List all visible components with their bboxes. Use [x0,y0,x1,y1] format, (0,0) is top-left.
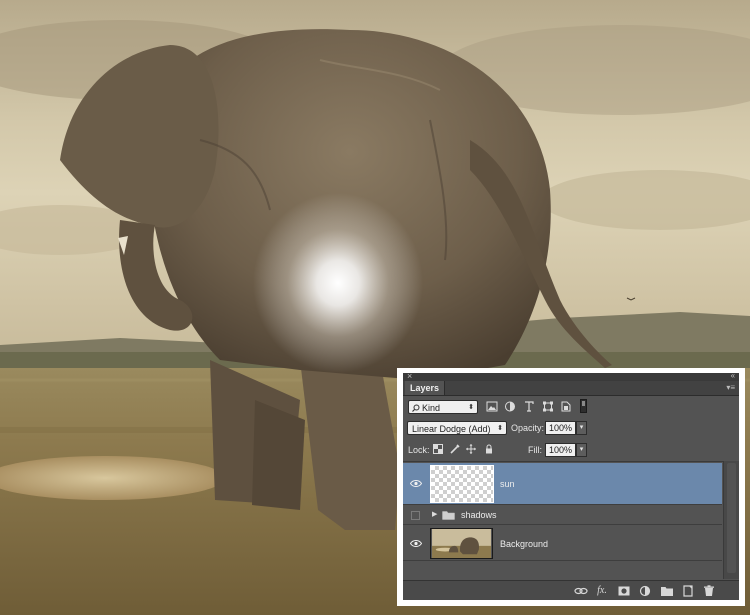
opacity-label: Opacity: [511,423,545,433]
layer-name: shadows [461,510,497,520]
layer-thumbnail-transparent [430,465,494,503]
disclosure-triangle-icon[interactable]: ▶ [432,510,437,520]
lock-image-pixels-icon[interactable] [450,444,460,454]
filter-toggle-switch[interactable] [580,399,587,413]
type-filter-icon[interactable] [523,401,535,412]
filter-row: Kind ⬍ [403,399,739,415]
layer-name: sun [500,479,515,489]
layers-panel: × ‹‹ Layers ▾≡ Kind ⬍ Linear Dodge (Add)… [403,373,739,600]
panel-menu-button[interactable]: ▾≡ [726,383,735,393]
shape-filter-icon[interactable] [542,401,554,412]
layers-bottom-toolbar: fx. [403,580,739,600]
layer-row-sun[interactable]: sun [403,463,722,505]
link-layers-icon[interactable] [574,585,588,597]
add-style-button[interactable]: fx. [595,585,609,597]
blend-mode-value: Linear Dodge (Add) [412,424,491,434]
fill-label: Fill: [528,445,542,455]
tab-layers[interactable]: Layers [405,381,446,395]
blend-row: Linear Dodge (Add) ⬍ Opacity: 100% ▾ [403,420,739,436]
lock-position-icon[interactable] [466,444,476,454]
add-mask-icon[interactable] [617,585,631,597]
smart-object-filter-icon[interactable] [560,401,572,412]
lock-label: Lock: [408,445,430,455]
opacity-input[interactable]: 100% [545,421,576,435]
search-icon [412,404,420,412]
sun-glow [253,193,423,373]
close-panel-button[interactable]: × [407,373,412,381]
delete-layer-icon[interactable] [702,585,716,597]
layer-name: Background [500,539,549,549]
chevron-updown-icon: ⬍ [497,425,503,432]
visibility-toggle-empty[interactable] [411,511,420,520]
adjustment-filter-icon[interactable] [504,401,516,412]
fill-input[interactable]: 100% [545,443,576,457]
eye-icon[interactable] [410,539,422,548]
fill-dropdown-button[interactable]: ▾ [576,443,587,457]
new-group-icon[interactable] [660,585,674,597]
new-adjustment-icon[interactable] [638,585,652,597]
layers-scrollbar[interactable] [723,461,739,579]
panel-tab-row: Layers ▾≡ [403,381,739,396]
folder-icon [442,511,455,520]
eye-icon[interactable] [410,479,422,488]
filter-kind-label: Kind [422,403,441,413]
blend-mode-select[interactable]: Linear Dodge (Add) ⬍ [407,421,507,435]
lock-row: Lock: Fill: 100% ▾ [403,442,739,458]
panel-titlebar: × ‹‹ [403,373,739,381]
lock-all-icon[interactable] [484,444,494,454]
layer-row-shadows[interactable]: ▶ shadows [403,506,722,525]
collapse-panel-button[interactable]: ‹‹ [731,373,735,381]
filter-kind-select[interactable]: Kind ⬍ [408,400,478,414]
layers-list: sun ▶ shadows Background [403,461,739,580]
layer-thumbnail-background [430,528,493,559]
image-filter-icon[interactable] [486,401,498,412]
opacity-dropdown-button[interactable]: ▾ [576,421,587,435]
lock-transparent-pixels-icon[interactable] [433,444,443,454]
chevron-updown-icon: ⬍ [468,404,474,411]
new-layer-icon[interactable] [681,585,695,597]
layer-row-background[interactable]: Background [403,526,722,561]
scrollbar-thumb[interactable] [727,463,736,573]
